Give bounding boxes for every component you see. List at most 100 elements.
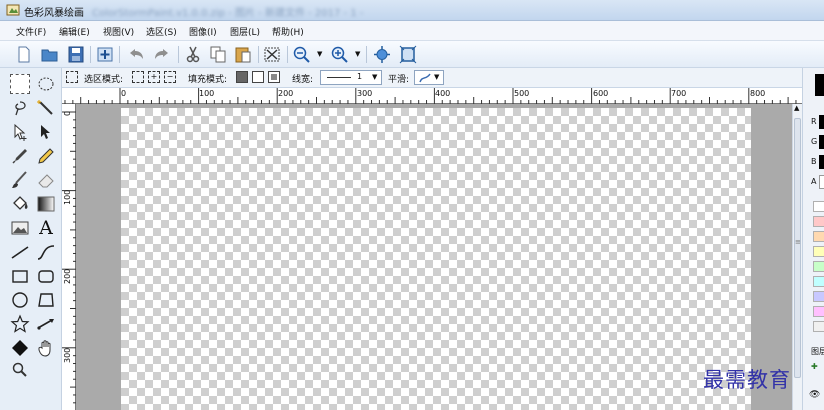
menu-help[interactable]: 帮助(H)	[272, 25, 304, 38]
fill-outline-icon[interactable]	[252, 71, 264, 83]
scroll-up-icon[interactable]: ▲	[794, 104, 799, 112]
vertical-ruler: 0 100 200 300	[62, 104, 76, 410]
pan-icon[interactable]	[372, 45, 392, 64]
ruler-label: 200	[63, 268, 72, 284]
toolbar-separator	[90, 46, 91, 63]
image-icon[interactable]	[10, 218, 30, 238]
rectangle-icon[interactable]	[10, 266, 30, 286]
paste-icon[interactable]	[233, 45, 253, 64]
ruler-label: 0	[121, 89, 127, 98]
vertical-ruler-ticks	[62, 111, 76, 404]
save-icon[interactable]	[66, 45, 86, 64]
diamond-icon[interactable]	[10, 338, 30, 358]
ruler-label: 0	[63, 110, 72, 116]
line-tool-icon[interactable]	[10, 242, 30, 262]
menu-image[interactable]: 图像(I)	[189, 25, 217, 38]
zoom-in-icon[interactable]	[330, 45, 350, 64]
polygon-icon[interactable]	[36, 290, 56, 310]
magnifier-icon[interactable]	[10, 360, 30, 380]
smooth-select[interactable]: ▼	[414, 70, 444, 85]
eraser-icon[interactable]	[36, 170, 56, 190]
scrollbar-thumb[interactable]	[794, 118, 801, 378]
main-toolbar: ▼ ▼	[0, 41, 824, 68]
eyedropper-icon[interactable]	[10, 146, 30, 166]
ellipse-icon[interactable]	[10, 290, 30, 310]
zoom-out-icon[interactable]	[292, 45, 312, 64]
copy-icon[interactable]	[208, 45, 228, 64]
open-folder-icon[interactable]	[40, 45, 60, 64]
palette-swatch[interactable]	[813, 201, 824, 212]
window-title: 色彩风暴绘画	[24, 8, 84, 19]
palette-swatch[interactable]	[813, 246, 824, 257]
add-layer-icon[interactable]: ✚	[811, 362, 818, 371]
work-area	[76, 104, 792, 410]
palette-swatch[interactable]	[813, 306, 824, 317]
text-tool-icon[interactable]: A	[36, 218, 56, 238]
fill-solid-icon[interactable]	[236, 71, 248, 83]
drawing-canvas[interactable]	[121, 108, 751, 410]
menu-select[interactable]: 选区(S)	[146, 25, 177, 38]
arrow-line-icon[interactable]	[36, 314, 56, 334]
add-icon[interactable]	[95, 45, 115, 64]
palette-swatch[interactable]	[813, 321, 824, 332]
star-icon[interactable]	[10, 314, 30, 334]
chevron-down-icon: ▼	[434, 73, 440, 81]
chevron-down-icon[interactable]: ▼	[317, 50, 322, 58]
menu-layer[interactable]: 图层(L)	[230, 25, 260, 38]
smooth-brush-icon	[419, 73, 431, 83]
cut-icon[interactable]	[183, 45, 203, 64]
palette-swatch[interactable]	[813, 231, 824, 242]
smooth-label: 平滑:	[388, 75, 410, 85]
toolbar-separator	[178, 46, 179, 63]
eye-icon[interactable]: 👁	[809, 390, 820, 400]
channel-slider-g[interactable]	[819, 135, 824, 149]
fit-icon[interactable]	[398, 45, 418, 64]
menu-edit[interactable]: 编辑(E)	[59, 25, 90, 38]
fill-both-icon[interactable]	[268, 71, 280, 83]
move-selection-icon[interactable]	[10, 122, 30, 142]
palette-swatch[interactable]	[813, 291, 824, 302]
lasso-icon[interactable]	[10, 98, 30, 118]
channel-slider-a[interactable]	[819, 175, 824, 189]
selection-rect-icon[interactable]	[66, 71, 78, 83]
new-file-icon[interactable]	[14, 45, 34, 64]
crop-icon[interactable]	[262, 45, 282, 64]
palette-swatch[interactable]	[813, 216, 824, 227]
ruler-label: 100	[63, 189, 72, 205]
rect-select-icon[interactable]	[10, 74, 30, 94]
channel-slider-b[interactable]	[819, 155, 824, 169]
primary-color-swatch[interactable]	[815, 74, 824, 96]
document-name: ColorStormPaint.v1.0.0.zip - 图片 - 新建文件 -…	[92, 8, 364, 19]
ruler-label: 300	[357, 89, 373, 98]
gradient-icon[interactable]	[36, 194, 56, 214]
rounded-rectangle-icon[interactable]	[36, 266, 56, 286]
line-width-select[interactable]: 1 ▼	[320, 70, 382, 85]
select-mode-add-icon[interactable]: +	[148, 71, 160, 83]
horizontal-ruler-ticks	[64, 88, 797, 104]
fill-bucket-icon[interactable]	[10, 194, 30, 214]
layers-panel-label: 图层	[811, 347, 824, 356]
menu-view[interactable]: 视图(V)	[103, 25, 134, 38]
brush-icon[interactable]	[10, 170, 30, 190]
select-mode-subtract-icon[interactable]: −	[164, 71, 176, 83]
grip-icon: ≡	[795, 238, 801, 246]
ellipse-select-icon[interactable]	[36, 74, 56, 94]
toolbar-separator	[287, 46, 288, 63]
menu-file[interactable]: 文件(F)	[16, 25, 46, 38]
select-mode-new-icon[interactable]	[132, 71, 144, 83]
pencil-icon[interactable]	[36, 146, 56, 166]
channel-label-r: R	[811, 117, 817, 126]
redo-icon[interactable]	[152, 45, 172, 64]
select-mode-label: 选区模式:	[84, 75, 124, 85]
undo-icon[interactable]	[126, 45, 146, 64]
hand-icon[interactable]	[36, 338, 56, 358]
magic-wand-icon[interactable]	[36, 98, 56, 118]
toolbar-separator	[258, 46, 259, 63]
channel-slider-r[interactable]	[819, 115, 824, 129]
pointer-icon[interactable]	[36, 122, 56, 142]
chevron-down-icon[interactable]: ▼	[355, 50, 360, 58]
curve-tool-icon[interactable]	[36, 242, 56, 262]
palette-swatch[interactable]	[813, 261, 824, 272]
palette-swatch[interactable]	[813, 276, 824, 287]
vertical-scrollbar[interactable]: ▲ ≡	[792, 104, 802, 410]
